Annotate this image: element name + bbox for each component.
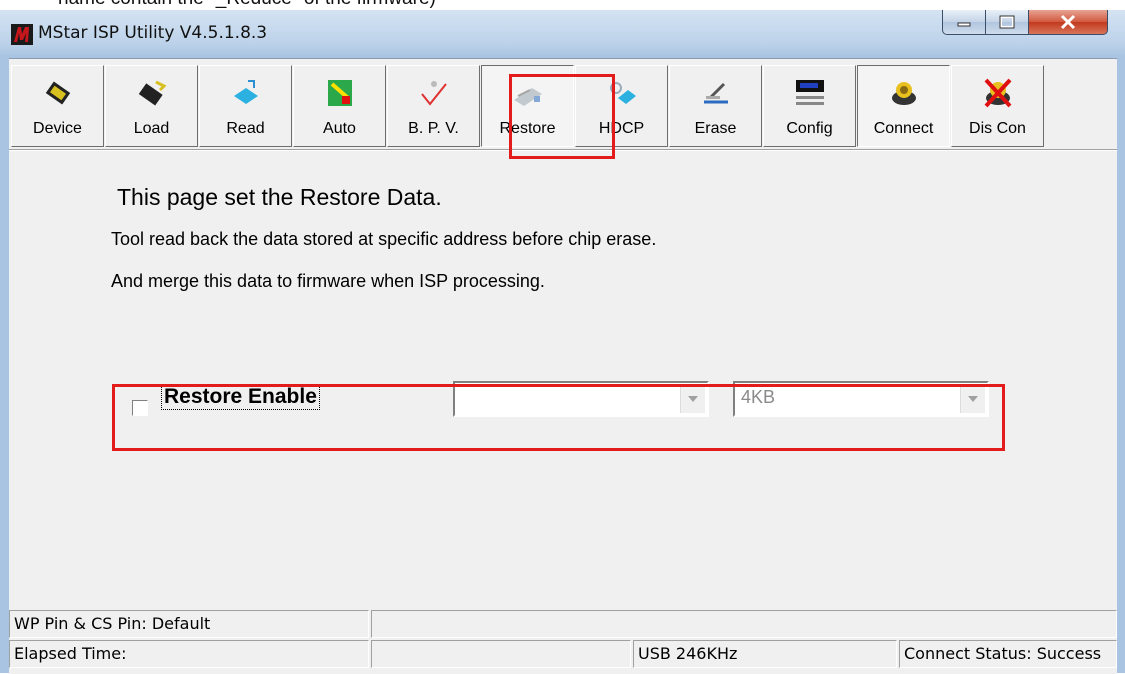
- restore-enable-highlight-box: [112, 384, 1005, 451]
- toolbar-button-config[interactable]: Config: [763, 65, 856, 147]
- maximize-icon: [999, 15, 1015, 29]
- minimize-icon: [957, 22, 971, 27]
- auto-icon: [327, 80, 352, 106]
- close-icon: [1060, 14, 1076, 30]
- toolbar-button-read[interactable]: Read: [199, 65, 292, 147]
- caption-buttons: [942, 10, 1108, 36]
- toolbar-button-disconnect[interactable]: Dis Con: [951, 65, 1044, 147]
- toolbar-label-bpv: B. P. V.: [408, 120, 459, 137]
- restore-highlight-box: [509, 74, 615, 159]
- status-empty-1: [371, 610, 1117, 638]
- read-icon: [233, 80, 258, 104]
- status-usb-speed: USB 246KHz: [633, 640, 897, 668]
- disconnect-icon: [984, 78, 1011, 108]
- toolbar-label-connect: Connect: [873, 120, 934, 137]
- status-wp-cs: WP Pin & CS Pin: Default: [9, 610, 369, 638]
- maximize-button[interactable]: [986, 10, 1029, 35]
- toolbar-button-device[interactable]: Device: [11, 65, 104, 147]
- status-empty-2: [371, 640, 631, 668]
- toolbar-label-auto: Auto: [323, 120, 356, 137]
- chip-load-icon: [138, 80, 167, 106]
- toolbar-label-config: Config: [786, 120, 833, 137]
- toolbar-label-load: Load: [133, 120, 170, 137]
- mstar-logo-icon: [11, 24, 33, 45]
- status-row-2: Elapsed Time: USB 246KHz Connect Status:…: [9, 640, 1117, 668]
- erase-icon: [703, 82, 728, 104]
- connect-icon: [891, 82, 916, 105]
- page-title: This page set the Restore Data.: [117, 184, 442, 210]
- toolbar-button-auto[interactable]: Auto: [293, 65, 386, 147]
- page-description-1: Tool read back the data stored at specif…: [111, 229, 657, 249]
- status-connect: Connect Status: Success: [899, 640, 1117, 668]
- toolbar-label-erase: Erase: [694, 120, 737, 137]
- page-description-2: And merge this data to firmware when ISP…: [111, 271, 545, 291]
- minimize-button[interactable]: [942, 10, 986, 35]
- title-bar[interactable]: MStar ISP Utility V4.5.1.8.3: [0, 10, 1125, 58]
- status-elapsed-time: Elapsed Time:: [9, 640, 369, 668]
- toolbar-label-disconnect: Dis Con: [969, 120, 1026, 137]
- toolbar-button-load[interactable]: Load: [105, 65, 198, 147]
- close-button[interactable]: [1029, 10, 1108, 35]
- check-icon: [420, 81, 447, 106]
- config-icon: [795, 80, 824, 105]
- status-row-1: WP Pin & CS Pin: Default: [9, 610, 1117, 638]
- chip-icon: [45, 81, 70, 105]
- toolbar-button-erase[interactable]: Erase: [669, 65, 762, 147]
- toolbar-button-bpv[interactable]: B. P. V.: [387, 65, 480, 147]
- toolbar-label-device: Device: [33, 120, 82, 137]
- top-caption-text: name contain the "_Reduce" of the firmwa…: [58, 0, 436, 10]
- window-title: MStar ISP Utility V4.5.1.8.3: [38, 23, 268, 43]
- toolbar-label-read: Read: [226, 120, 265, 137]
- toolbar-button-connect[interactable]: Connect: [857, 65, 950, 147]
